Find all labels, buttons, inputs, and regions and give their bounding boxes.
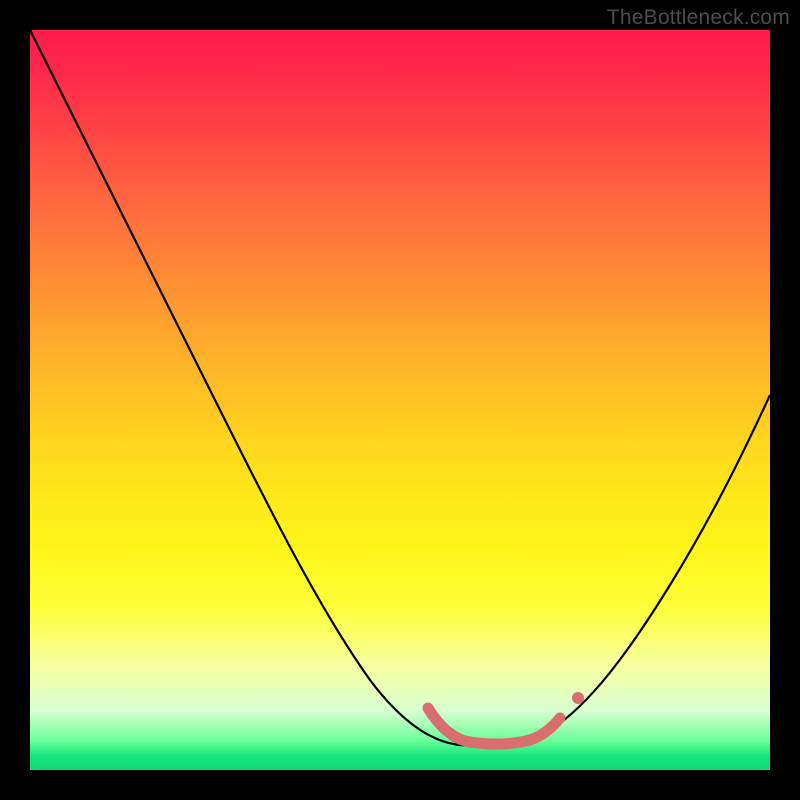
valley-marker-dot [572, 692, 584, 704]
watermark-text: TheBottleneck.com [607, 6, 790, 30]
chart-frame: TheBottleneck.com [0, 0, 800, 800]
plot-area [30, 30, 770, 770]
bottleneck-curve [30, 30, 770, 770]
curve-path [30, 30, 770, 746]
valley-marker [428, 708, 560, 744]
